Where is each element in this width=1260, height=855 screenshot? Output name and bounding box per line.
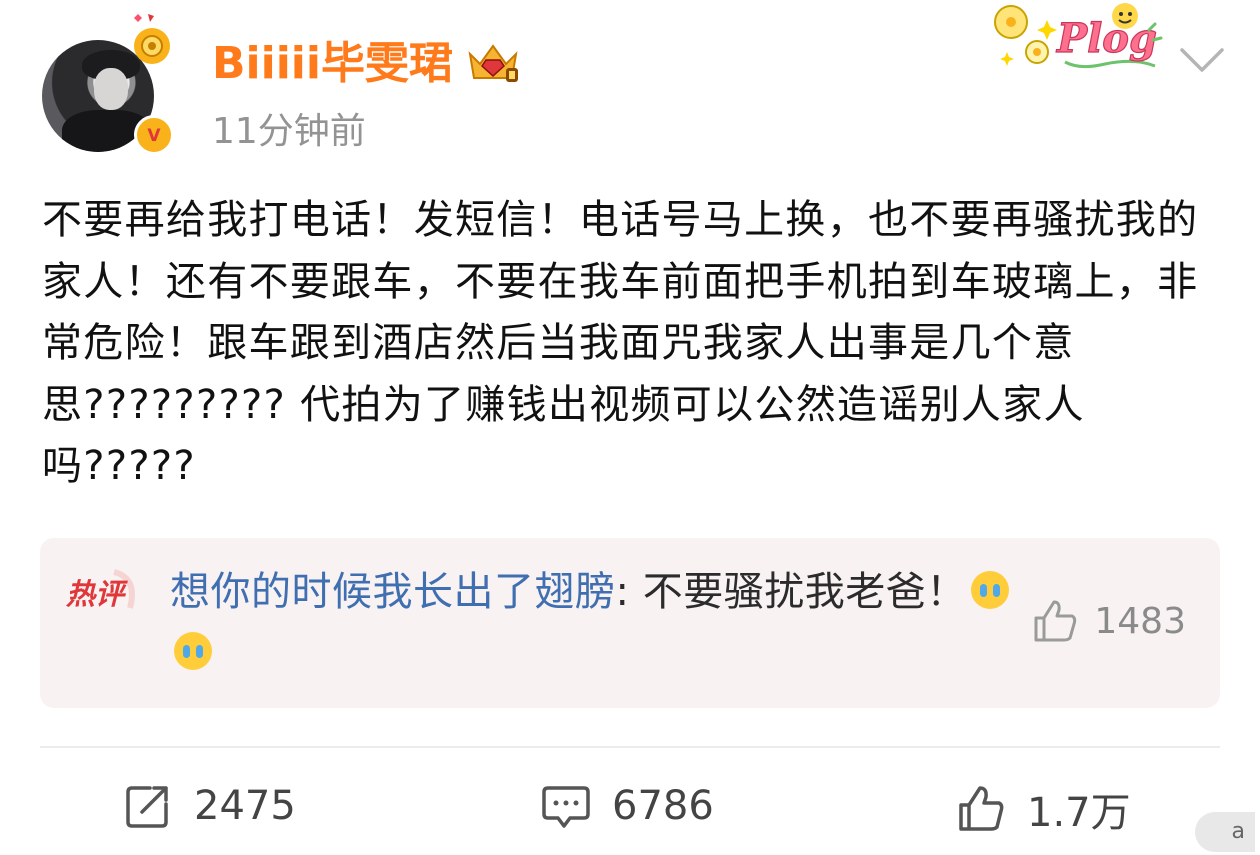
post-timestamp: 11分钟前 bbox=[212, 111, 366, 152]
repost-button[interactable]: 2475 bbox=[122, 780, 296, 832]
repost-icon bbox=[126, 786, 168, 828]
comment-separator: : bbox=[615, 569, 643, 615]
repost-count: 2475 bbox=[194, 783, 296, 829]
hot-comment-label: 热评 bbox=[65, 569, 135, 611]
plog-text: Plog bbox=[1056, 15, 1157, 62]
verified-badge: V bbox=[134, 115, 174, 155]
chevron-down-icon[interactable] bbox=[1176, 42, 1228, 78]
verified-v-icon: V bbox=[147, 126, 161, 146]
vip-crown-icon[interactable] bbox=[464, 38, 522, 86]
comment-text: 不要骚扰我老爸！ bbox=[642, 569, 967, 615]
divider bbox=[40, 746, 1220, 748]
like-button[interactable]: 1.7万 bbox=[955, 780, 1131, 838]
verified-mark: V bbox=[147, 126, 161, 146]
comment-count: 6786 bbox=[612, 783, 714, 829]
plog-badge: Plog bbox=[994, 3, 1163, 69]
thumbs-up-icon bbox=[959, 786, 1004, 831]
hot-label-text: 热评 bbox=[65, 577, 128, 611]
thumbs-up-icon bbox=[1034, 600, 1077, 642]
comment-icon bbox=[542, 786, 590, 828]
comment-like-button[interactable]: 1483 bbox=[1030, 596, 1186, 646]
like-count: 1.7万 bbox=[1027, 790, 1131, 836]
comment-button[interactable]: 6786 bbox=[540, 780, 714, 832]
comment-like-count: 1483 bbox=[1094, 600, 1186, 642]
crying-emoji-icon bbox=[174, 632, 212, 670]
avatar-pendant-icon bbox=[134, 14, 170, 64]
comment-body: 想你的时候我长出了翅膀: 不要骚扰我老爸！ bbox=[170, 562, 1010, 684]
user-avatar-area[interactable]: V bbox=[42, 14, 178, 160]
username[interactable]: Biiiii毕雯珺 bbox=[212, 38, 453, 90]
avatar-face bbox=[94, 68, 128, 110]
post-content: 不要再给我打电话！发短信！电话号马上换，也不要再骚扰我的家人！还有不要跟车，不要… bbox=[42, 197, 1199, 489]
crying-emoji-icon bbox=[970, 571, 1009, 609]
watermark-tab: a bbox=[1195, 812, 1255, 852]
hot-comment-card[interactable]: 热评 想你的时候我长出了翅膀: 不要骚扰我老爸！ 1483 bbox=[40, 538, 1220, 708]
commenter-name[interactable]: 想你的时候我长出了翅膀 bbox=[170, 569, 616, 615]
